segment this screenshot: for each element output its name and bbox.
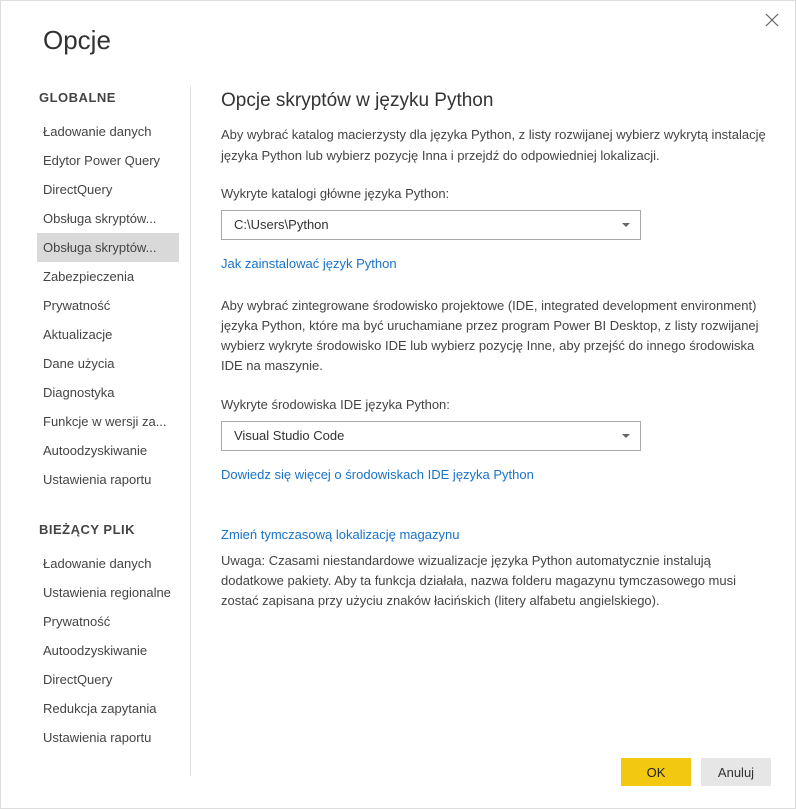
sidebar-item-file-directquery[interactable]: DirectQuery — [37, 665, 179, 694]
chevron-down-icon — [622, 223, 630, 227]
python-home-desc: Aby wybrać katalog macierzysty dla język… — [221, 125, 767, 165]
sidebar-item-file-autorecovery[interactable]: Autoodzyskiwanie — [37, 636, 179, 665]
sidebar-item-updates[interactable]: Aktualizacje — [37, 320, 179, 349]
sidebar-item-script-r[interactable]: Obsługa skryptów... — [37, 204, 179, 233]
change-temp-storage-link[interactable]: Zmień tymczasową lokalizację magazynu — [221, 525, 459, 545]
sidebar-item-power-query[interactable]: Edytor Power Query — [37, 146, 179, 175]
python-home-value: C:\Users\Python — [234, 215, 329, 235]
chevron-down-icon — [622, 434, 630, 438]
sidebar-item-security[interactable]: Zabezpieczenia — [37, 262, 179, 291]
sidebar-item-file-query-reduction[interactable]: Redukcja zapytania — [37, 694, 179, 723]
sidebar-item-file-privacy[interactable]: Prywatność — [37, 607, 179, 636]
dialog-title: Opcje — [1, 1, 795, 56]
sidebar-item-usage-data[interactable]: Dane użycia — [37, 349, 179, 378]
sidebar-item-file-loading-data[interactable]: Ładowanie danych — [37, 549, 179, 578]
cancel-button[interactable]: Anuluj — [701, 758, 771, 786]
python-ide-dropdown[interactable]: Visual Studio Code — [221, 421, 641, 451]
sidebar-item-script-python[interactable]: Obsługa skryptów... — [37, 233, 179, 262]
python-ide-label: Wykryte środowiska IDE języka Python: — [221, 395, 767, 415]
dialog-footer: OK Anuluj — [621, 758, 771, 786]
sidebar-section-global: GLOBALNE — [39, 90, 190, 105]
python-home-dropdown[interactable]: C:\Users\Python — [221, 210, 641, 240]
sidebar-item-autorecovery[interactable]: Autoodzyskiwanie — [37, 436, 179, 465]
temp-storage-note: Uwaga: Czasami niestandardowe wizualizac… — [221, 551, 767, 611]
python-ide-desc: Aby wybrać zintegrowane środowisko proje… — [221, 296, 767, 377]
sidebar-item-preview-features[interactable]: Funkcje w wersji za... — [37, 407, 179, 436]
close-icon[interactable] — [765, 13, 781, 29]
sidebar-item-diagnostics[interactable]: Diagnostyka — [37, 378, 179, 407]
learn-ide-link[interactable]: Dowiedz się więcej o środowiskach IDE ję… — [221, 465, 534, 485]
ok-button[interactable]: OK — [621, 758, 691, 786]
python-home-label: Wykryte katalogi główne języka Python: — [221, 184, 767, 204]
sidebar-section-current-file: BIEŻĄCY PLIK — [39, 522, 190, 537]
sidebar-item-file-regional[interactable]: Ustawienia regionalne — [37, 578, 179, 607]
sidebar: GLOBALNE Ładowanie danych Edytor Power Q… — [1, 86, 191, 776]
content-title: Opcje skryptów w języku Python — [221, 86, 767, 115]
sidebar-item-loading-data[interactable]: Ładowanie danych — [37, 117, 179, 146]
content-panel: Opcje skryptów w języku Python Aby wybra… — [191, 86, 795, 776]
install-python-link[interactable]: Jak zainstalować język Python — [221, 254, 397, 274]
sidebar-item-report-settings[interactable]: Ustawienia raportu — [37, 465, 179, 494]
python-ide-value: Visual Studio Code — [234, 426, 344, 446]
sidebar-item-file-report-settings[interactable]: Ustawienia raportu — [37, 723, 179, 752]
sidebar-item-privacy[interactable]: Prywatność — [37, 291, 179, 320]
sidebar-item-directquery[interactable]: DirectQuery — [37, 175, 179, 204]
